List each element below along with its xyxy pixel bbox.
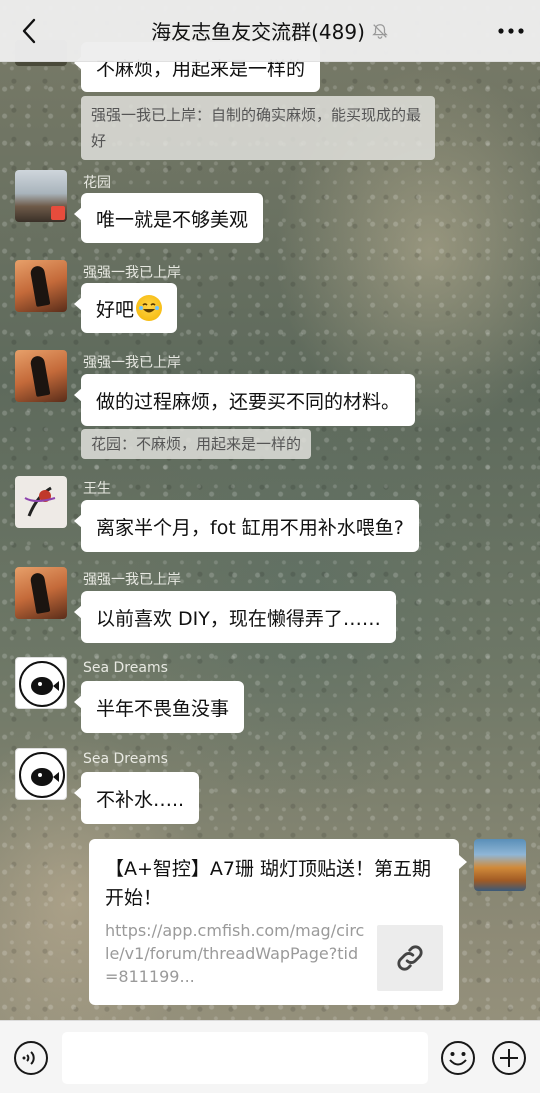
plus-icon	[492, 1041, 526, 1075]
message-bubble[interactable]: 不补水…..	[73, 772, 200, 824]
message-bubble[interactable]: 以前喜欢 DIY，现在懒得弄了……	[74, 591, 396, 643]
chat-header: 海友志鱼友交流群(489)	[0, 0, 540, 62]
voice-button[interactable]	[13, 1040, 49, 1076]
avatar-qiangqiang[interactable]	[15, 350, 67, 402]
back-button[interactable]	[14, 16, 44, 46]
quoted-message[interactable]: 花园：不麻烦，用起来是一样的	[81, 429, 312, 459]
message-bubble[interactable]: 唯一就是不够美观	[73, 193, 264, 243]
sender-name: 强强一我已上岸	[83, 265, 181, 281]
link-card-url: https://app.cmfish.com/mag/circle/v1/for…	[105, 921, 365, 986]
emoji-button[interactable]	[440, 1040, 476, 1076]
avatar-seadreams[interactable]	[15, 748, 67, 800]
avatar-qiangqiang[interactable]	[15, 567, 67, 619]
link-card-title: 【A+智控】A7珊 瑚灯顶贴送！第五期开始！	[105, 858, 432, 909]
illustration-icon	[24, 486, 56, 517]
back-chevron-icon	[22, 18, 36, 44]
avatar-qiangqiang[interactable]	[15, 260, 67, 312]
link-card-message[interactable]: 【A+智控】A7珊 瑚灯顶贴送！第五期开始！ https://app.cmfis…	[89, 839, 467, 1005]
emoji-icon	[441, 1041, 475, 1075]
message-bubble[interactable]: 离家半个月，fot 缸用不用补水喂鱼?	[74, 500, 419, 552]
quoted-message[interactable]: 强强一我已上岸：自制的确实麻烦，能买现成的最好	[81, 96, 435, 160]
laughing-tears-emoji-icon	[136, 295, 163, 321]
link-icon	[377, 925, 443, 991]
message-bubble[interactable]: 半年不畏鱼没事	[73, 681, 245, 733]
message-bubble[interactable]: 好吧	[73, 283, 178, 333]
more-dots-icon	[498, 28, 524, 34]
big-fish-logo-icon	[19, 752, 65, 798]
avatar-seadreams[interactable]	[15, 657, 67, 709]
voice-icon	[14, 1041, 48, 1075]
plus-button[interactable]	[491, 1040, 527, 1076]
message-bubble[interactable]: 做的过程麻烦，还要买不同的材料。	[73, 374, 416, 426]
avatar-self[interactable]	[474, 839, 526, 891]
sender-name: 强强一我已上岸	[83, 355, 181, 371]
avatar-wangsheng[interactable]	[15, 476, 67, 528]
message-input[interactable]	[62, 1032, 428, 1084]
sender-name: Sea Dreams	[83, 751, 168, 767]
sender-name: Sea Dreams	[83, 660, 168, 676]
sender-name: 王生	[83, 481, 111, 497]
input-bar	[0, 1020, 540, 1093]
big-fish-logo-icon	[19, 661, 65, 707]
more-button[interactable]	[496, 16, 526, 46]
chat-title: 海友志鱼友交流群(489)	[151, 20, 365, 44]
bell-muted-icon	[372, 23, 388, 39]
sender-name: 强强一我已上岸	[83, 572, 181, 588]
message-text: 好吧	[96, 298, 135, 321]
sender-name: 花园	[83, 175, 111, 191]
avatar-huayuan[interactable]	[15, 170, 67, 222]
